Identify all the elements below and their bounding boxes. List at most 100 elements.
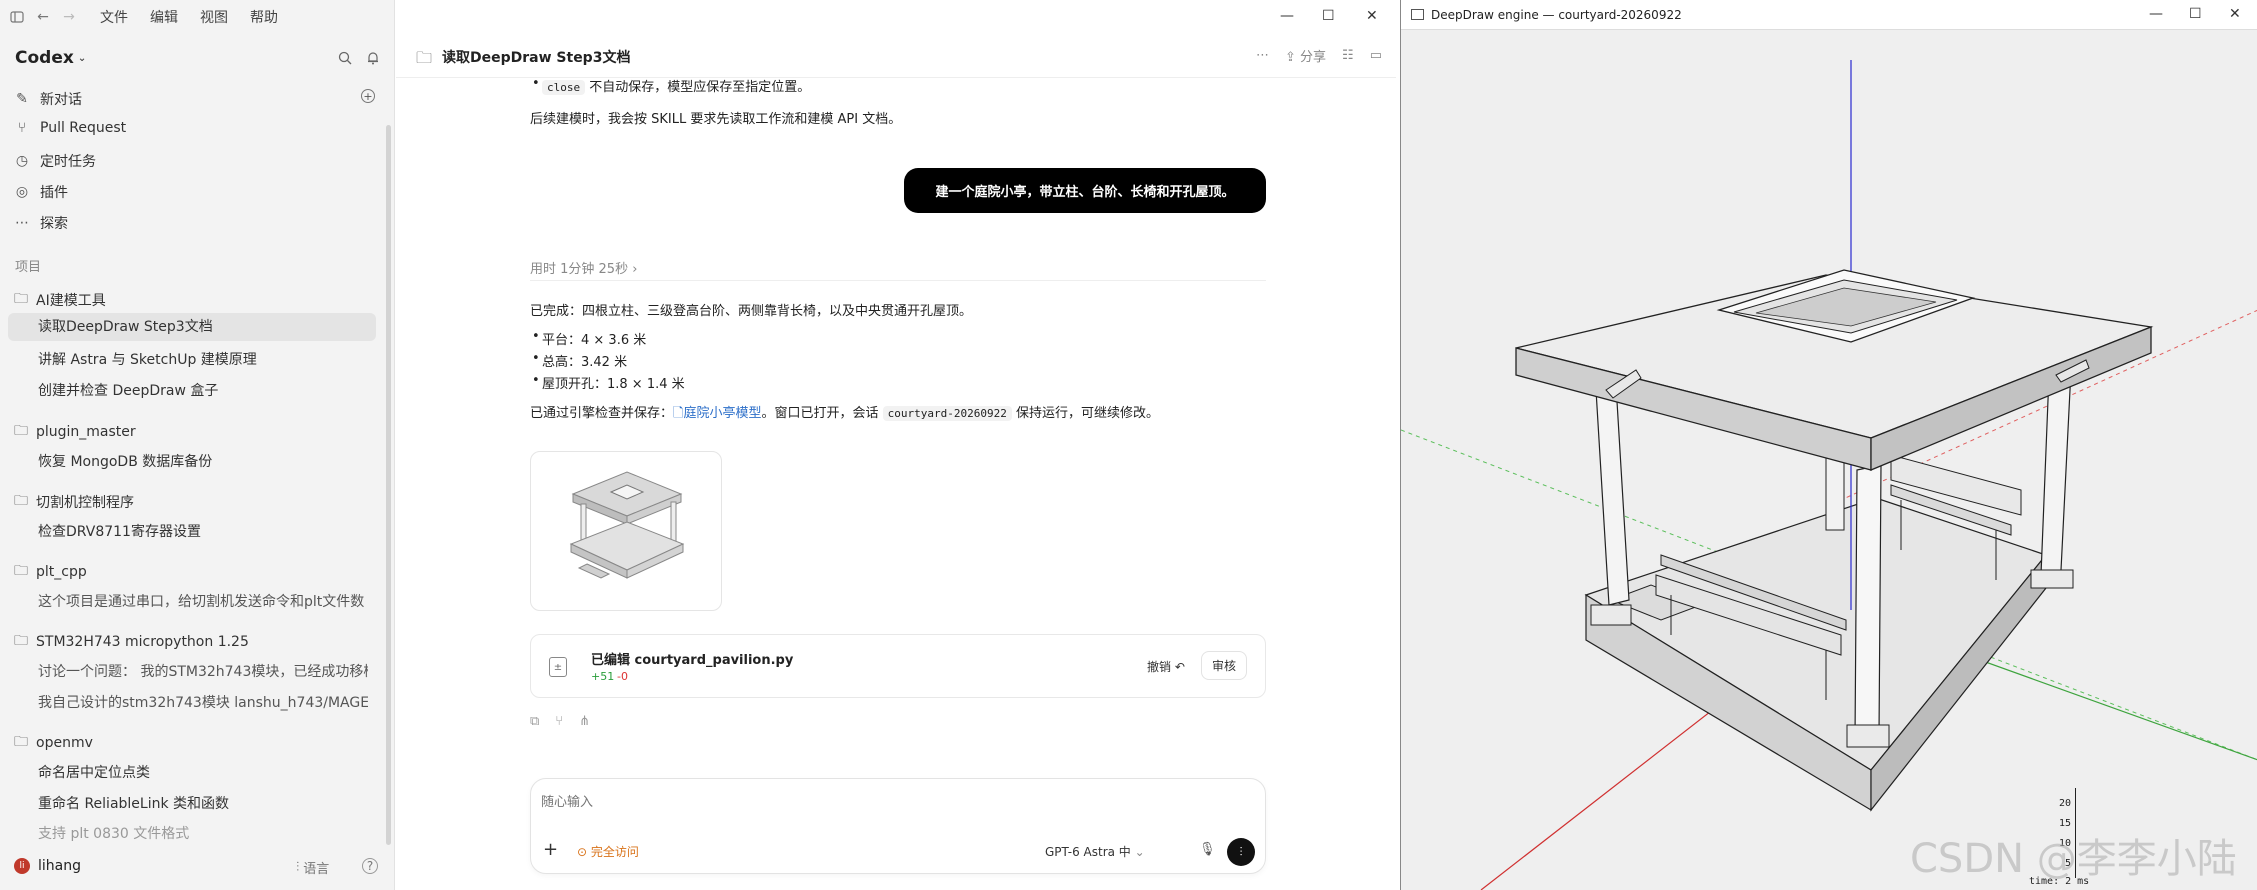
maximize-icon[interactable]: ☐: [1322, 8, 1335, 24]
attach-plus-icon[interactable]: +: [543, 839, 558, 860]
screen: ← → 文件 编辑 视图 帮助 Codex ⌄ ✎ 新对话 + ⑂ Pull R…: [0, 0, 2257, 890]
partial-bullet: close 不自动保存，模型应保存至指定位置。: [532, 76, 810, 95]
thread-item[interactable]: 我自己设计的stm32h743模块 lanshu_h743/MAGELLA: [38, 692, 368, 712]
checklist-icon[interactable]: ☷: [1342, 48, 1354, 63]
minimize-icon[interactable]: —: [2149, 6, 2163, 22]
fork-icon[interactable]: ⑂: [555, 714, 563, 729]
model-link[interactable]: 庭院小亭模型: [683, 406, 761, 421]
elapsed-time[interactable]: 用时 1分钟 25秒 ›: [530, 258, 637, 277]
undo-button[interactable]: 撤销 ↶: [1147, 658, 1185, 675]
project-folder[interactable]: 🗀 AI建模工具: [14, 288, 106, 312]
voice-mode-button[interactable]: ⫶: [1227, 838, 1255, 866]
nav-label: 定时任务: [40, 154, 96, 170]
project-name: plugin_master: [36, 424, 136, 440]
file-link-icon: 🗋: [673, 406, 684, 421]
nav-pull-request[interactable]: ⑂ Pull Request: [14, 120, 126, 136]
minimize-icon[interactable]: —: [1280, 8, 1294, 24]
thread-item[interactable]: 检查DRV8711寄存器设置: [38, 521, 368, 541]
nav-label: 插件: [40, 185, 68, 201]
chevron-right-icon: ›: [632, 262, 638, 277]
sidebar-scrollbar[interactable]: [386, 125, 391, 845]
skill-line: 后续建模时，我会按 SKILL 要求先读取工作流和建模 API 文档。: [530, 112, 902, 127]
share-button[interactable]: ⇪ 分享: [1285, 46, 1326, 65]
model-thumbnail[interactable]: [530, 451, 722, 611]
folder-icon: 🗀: [14, 493, 28, 509]
thread-item[interactable]: 支持 plt 0830 文件格式: [38, 823, 368, 843]
thread-item-active[interactable]: 读取DeepDraw Step3文档: [8, 313, 376, 341]
nav-plugins[interactable]: ◎ 插件: [14, 182, 68, 202]
pavilion-thumbnail-image: [569, 471, 685, 579]
folder-icon: 🗀: [14, 291, 28, 307]
share-node-icon[interactable]: ⋔: [579, 714, 590, 729]
menu-help[interactable]: 帮助: [250, 7, 278, 27]
close-icon[interactable]: ✕: [1366, 8, 1378, 24]
divider: [530, 280, 1266, 281]
nav-scheduled-tasks[interactable]: ◷ 定时任务: [14, 151, 96, 171]
more-icon[interactable]: ⋯: [1256, 48, 1269, 63]
project-folder[interactable]: 🗀 plt_cpp: [14, 560, 87, 584]
message-input[interactable]: [541, 789, 1241, 815]
plugin-icon: ◎: [15, 184, 29, 200]
project-folder[interactable]: 🗀 STM32H743 micropython 1.25: [14, 630, 249, 654]
thread-item[interactable]: 讨论一个问题： 我的STM32h743模块，已经成功移植: [38, 661, 368, 681]
file-diff-icon: ±: [549, 657, 567, 677]
language-button[interactable]: ⫶ 语言: [296, 858, 329, 877]
bell-icon[interactable]: [366, 50, 380, 69]
thread-title: 读取DeepDraw Step3文档: [442, 50, 631, 66]
nav-explore[interactable]: ⋯ 探索: [14, 213, 68, 233]
edit-title: 已编辑 courtyard_pavilion.py: [591, 653, 794, 668]
3d-viewport[interactable]: 20 15 10 5 time: 2 ms: [1400, 30, 2257, 890]
dots-icon: ⋯: [15, 215, 29, 231]
share-label: 分享: [1300, 50, 1327, 65]
thread-item[interactable]: 重命名 ReliableLink 类和函数: [38, 793, 368, 813]
watermark: CSDN @李李小陆: [1910, 836, 2237, 882]
folder-icon: 🗀: [14, 563, 28, 579]
thread-item[interactable]: 命名居中定位点类: [38, 762, 368, 782]
help-icon[interactable]: ?: [362, 858, 378, 874]
deepdraw-viewer-window: DeepDraw engine — courtyard-20260922 — ☐…: [1400, 0, 2257, 890]
sidebar-toggle-icon[interactable]: [8, 8, 26, 26]
search-icon[interactable]: [338, 50, 352, 69]
spec-bullet: 屋顶开孔：1.8 × 1.4 米: [532, 373, 685, 392]
pull-request-icon: ⑂: [17, 120, 27, 136]
menu-view[interactable]: 视图: [200, 7, 228, 27]
access-mode-button[interactable]: ⊙ 完全访问: [577, 843, 639, 860]
project-folder[interactable]: 🗀 切割机控制程序: [14, 490, 134, 514]
microphone-icon[interactable]: 🎙: [1199, 842, 1216, 857]
model-selector[interactable]: GPT-6 Astra 中 ⌄: [1045, 843, 1145, 860]
copy-icon[interactable]: ⧉: [530, 714, 539, 729]
panel-toggle-icon[interactable]: ▭: [1370, 48, 1382, 63]
user-message: 建一个庭院小亭，带立柱、台阶、长椅和开孔屋顶。: [904, 168, 1266, 213]
thread-item[interactable]: 讲解 Astra 与 SketchUp 建模原理: [38, 349, 368, 369]
clock-icon: ◷: [15, 153, 29, 169]
access-label: 完全访问: [590, 845, 639, 859]
chevron-down-icon: ⌄: [77, 52, 87, 64]
project-folder[interactable]: 🗀 openmv: [14, 731, 93, 755]
review-button[interactable]: 审核: [1201, 651, 1248, 680]
saved-line: 已通过引擎检查并保存：🗋庭院小亭模型。窗口已打开，会话 courtyard-20…: [530, 402, 1159, 426]
user-account[interactable]: li lihang: [14, 858, 81, 874]
maximize-icon[interactable]: ☐: [2189, 6, 2202, 22]
thread-item[interactable]: 创建并检查 DeepDraw 盒子: [38, 380, 368, 400]
forward-arrow-icon[interactable]: →: [60, 8, 78, 26]
menu-file[interactable]: 文件: [100, 7, 128, 27]
back-arrow-icon[interactable]: ←: [34, 8, 52, 26]
project-folder[interactable]: 🗀 plugin_master: [14, 420, 136, 444]
workspace-switcher[interactable]: Codex ⌄: [15, 48, 86, 68]
sidebar: ← → 文件 编辑 视图 帮助 Codex ⌄ ✎ 新对话 + ⑂ Pull R…: [0, 0, 395, 890]
thread-item[interactable]: 恢复 MongoDB 数据库备份: [38, 451, 368, 471]
header-actions: ⋯ ⇪ 分享 ☷ ▭: [1256, 46, 1382, 65]
spec-bullet: 总高：3.42 米: [532, 351, 627, 370]
menu-edit[interactable]: 编辑: [150, 7, 178, 27]
model-label: GPT-6 Astra 中: [1045, 845, 1131, 859]
nav-label: Pull Request: [40, 120, 127, 136]
nav-new-chat[interactable]: ✎ 新对话: [14, 89, 82, 109]
thread-item[interactable]: 这个项目是通过串口，给切割机发送命令和plt文件数: [38, 591, 368, 611]
new-chat-plus-icon[interactable]: +: [361, 89, 375, 103]
project-name: STM32H743 micropython 1.25: [36, 634, 249, 650]
inline-code: close: [542, 80, 586, 95]
close-icon[interactable]: ✕: [2229, 6, 2241, 22]
viewer-titlebar: DeepDraw engine — courtyard-20260922 — ☐…: [1401, 0, 2257, 30]
app-icon: [1411, 9, 1424, 20]
project-name: 切割机控制程序: [36, 495, 134, 511]
